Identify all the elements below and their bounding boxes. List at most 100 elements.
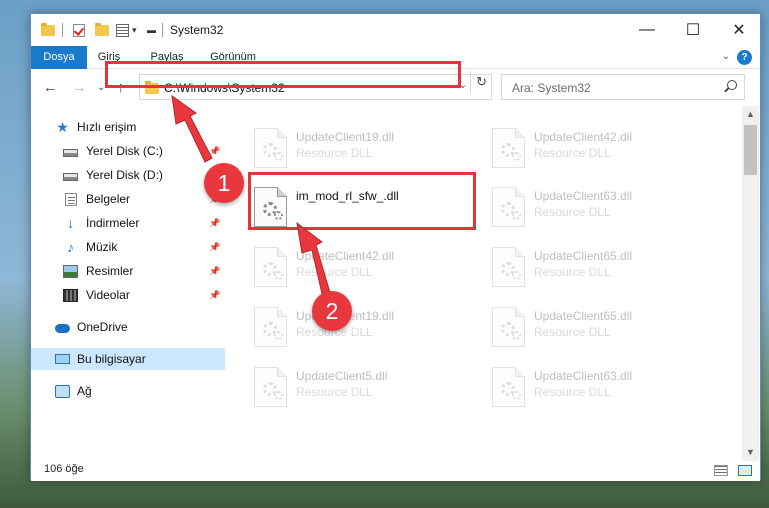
sidebar-item-local-disk-c[interactable]: Yerel Disk (C:) 📌 — [31, 140, 225, 162]
folder-icon — [41, 22, 55, 36]
minimize-button[interactable]: — — [624, 14, 670, 45]
drive-icon — [63, 172, 78, 181]
file-type: Resource DLL — [296, 146, 373, 160]
file-name: UpdateClient5.dll — [296, 369, 388, 383]
music-icon: ♪ — [67, 238, 74, 255]
sidebar-item-local-disk-d[interactable]: Yerel Disk (D:) 📌 — [31, 164, 225, 186]
large-icons-view-icon[interactable] — [738, 465, 752, 476]
pin-icon[interactable]: 📌 — [209, 290, 220, 301]
list-item[interactable]: UpdateClient19.dll Resource DLL — [254, 128, 479, 176]
file-name: UpdateClient65.dll — [534, 309, 633, 323]
sidebar-item-label: Bu bilgisayar — [77, 352, 146, 366]
sidebar-item-label: Belgeler — [86, 192, 131, 206]
file-name: UpdateClient42.dll — [534, 130, 633, 144]
list-item[interactable]: UpdateClient65.dll Resource DLL — [492, 307, 717, 355]
list-item[interactable]: UpdateClient19.dll Resource DLL — [254, 307, 479, 355]
file-type: Resource DLL — [534, 205, 611, 219]
properties-check-icon[interactable] — [73, 23, 85, 37]
sidebar-item-quick-access[interactable]: ★ Hızlı erişim — [31, 116, 225, 138]
file-name: UpdateClient42.dll — [296, 249, 395, 263]
video-icon — [63, 288, 78, 302]
sidebar-item-this-pc[interactable]: Bu bilgisayar — [31, 348, 225, 370]
file-type: Resource DLL — [534, 146, 611, 160]
sidebar-item-videos[interactable]: Videolar 📌 — [31, 284, 225, 306]
file-type: Resource DLL — [296, 265, 373, 279]
pin-icon[interactable]: 📌 — [209, 242, 220, 253]
maximize-button[interactable]: ☐ — [670, 14, 716, 45]
sidebar-item-label: Yerel Disk (C:) — [86, 144, 163, 158]
document-icon — [65, 192, 77, 206]
sidebar-item-label: Videolar — [86, 288, 130, 302]
title-bar: ▾ ▬ System32 — ☐ ✕ — [31, 14, 760, 46]
close-button[interactable]: ✕ — [716, 14, 762, 45]
chevron-down-icon[interactable]: ▾ — [132, 25, 137, 36]
quick-access-dropdown-icon[interactable]: ▬ — [147, 25, 156, 35]
sidebar-item-label: Resimler — [86, 264, 134, 278]
details-view-icon[interactable] — [714, 465, 728, 476]
list-item[interactable]: UpdateClient5.dll Resource DLL — [254, 367, 479, 415]
navigation-pane: ★ Hızlı erişim Yerel Disk (C:) 📌 Yerel D… — [31, 106, 225, 461]
file-name: UpdateClient65.dll — [534, 249, 633, 263]
list-item[interactable]: UpdateClient42.dll Resource DLL — [492, 128, 717, 176]
refresh-icon[interactable]: ↻ — [470, 71, 492, 93]
pictures-icon — [63, 264, 78, 278]
search-placeholder: Ara: System32 — [512, 81, 591, 95]
search-icon[interactable] — [727, 80, 737, 90]
file-type: Resource DLL — [534, 265, 611, 279]
dll-file-icon — [492, 128, 525, 168]
scroll-up-icon[interactable]: ▲ — [742, 106, 759, 123]
list-item[interactable]: UpdateClient63.dll Resource DLL — [492, 187, 717, 235]
dll-file-icon — [492, 307, 525, 347]
sidebar-item-onedrive[interactable]: OneDrive — [31, 316, 225, 338]
sidebar-item-label: Hızlı erişim — [77, 120, 137, 134]
forward-arrow-icon[interactable]: → — [72, 79, 87, 96]
download-icon: ↓ — [66, 214, 75, 232]
network-icon — [55, 384, 70, 398]
dll-file-icon — [492, 367, 525, 407]
dll-file-icon — [492, 187, 525, 227]
dll-file-icon — [254, 367, 287, 407]
help-icon[interactable]: ? — [737, 50, 752, 65]
customize-toolbar-icon[interactable] — [116, 23, 129, 37]
pin-icon[interactable]: 📌 — [209, 146, 220, 157]
file-type: Resource DLL — [534, 325, 611, 339]
list-item[interactable]: UpdateClient65.dll Resource DLL — [492, 247, 717, 295]
list-item[interactable]: UpdateClient42.dll Resource DLL — [254, 247, 479, 295]
vertical-scrollbar[interactable]: ▲ ▼ — [742, 106, 759, 461]
sidebar-item-music[interactable]: ♪ Müzik 📌 — [31, 236, 225, 258]
window-title: System32 — [170, 23, 224, 37]
sidebar-item-label: İndirmeler — [86, 216, 140, 230]
file-name: UpdateClient19.dll — [296, 130, 395, 144]
drive-icon — [63, 148, 78, 157]
sidebar-item-documents[interactable]: Belgeler 📌 — [31, 188, 225, 210]
computer-icon — [55, 354, 70, 364]
back-arrow-icon[interactable]: ← — [43, 79, 58, 96]
cloud-icon — [55, 324, 70, 333]
sidebar-item-pictures[interactable]: Resimler 📌 — [31, 260, 225, 282]
sidebar-item-label: Ağ — [77, 384, 92, 398]
address-bar-highlight — [105, 61, 461, 88]
dll-file-icon — [492, 247, 525, 287]
dll-file-icon — [254, 247, 287, 287]
status-bar: 106 öğe — [31, 461, 760, 481]
star-icon: ★ — [56, 118, 69, 135]
scroll-down-icon[interactable]: ▼ — [742, 444, 759, 461]
sidebar-item-label: Yerel Disk (D:) — [86, 168, 163, 182]
file-list: UpdateClient19.dll Resource DLL UpdateCl… — [226, 106, 742, 461]
search-input[interactable]: Ara: System32 — [501, 74, 745, 100]
new-folder-icon[interactable] — [95, 22, 109, 36]
file-name: UpdateClient63.dll — [534, 189, 633, 203]
dll-file-icon — [254, 128, 287, 168]
expand-ribbon-icon[interactable]: ⌄ — [722, 51, 730, 62]
list-item[interactable]: UpdateClient63.dll Resource DLL — [492, 367, 717, 415]
title-separator — [162, 23, 163, 37]
sidebar-item-network[interactable]: Ağ — [31, 380, 225, 402]
scroll-thumb[interactable] — [744, 125, 757, 175]
pin-icon[interactable]: 📌 — [209, 266, 220, 277]
pin-icon[interactable]: 📌 — [209, 218, 220, 229]
step-1-badge: 1 — [204, 163, 244, 203]
toolbar-separator — [62, 23, 63, 37]
tab-file[interactable]: Dosya — [31, 46, 87, 69]
file-type: Resource DLL — [296, 385, 373, 399]
sidebar-item-downloads[interactable]: ↓ İndirmeler 📌 — [31, 212, 225, 234]
